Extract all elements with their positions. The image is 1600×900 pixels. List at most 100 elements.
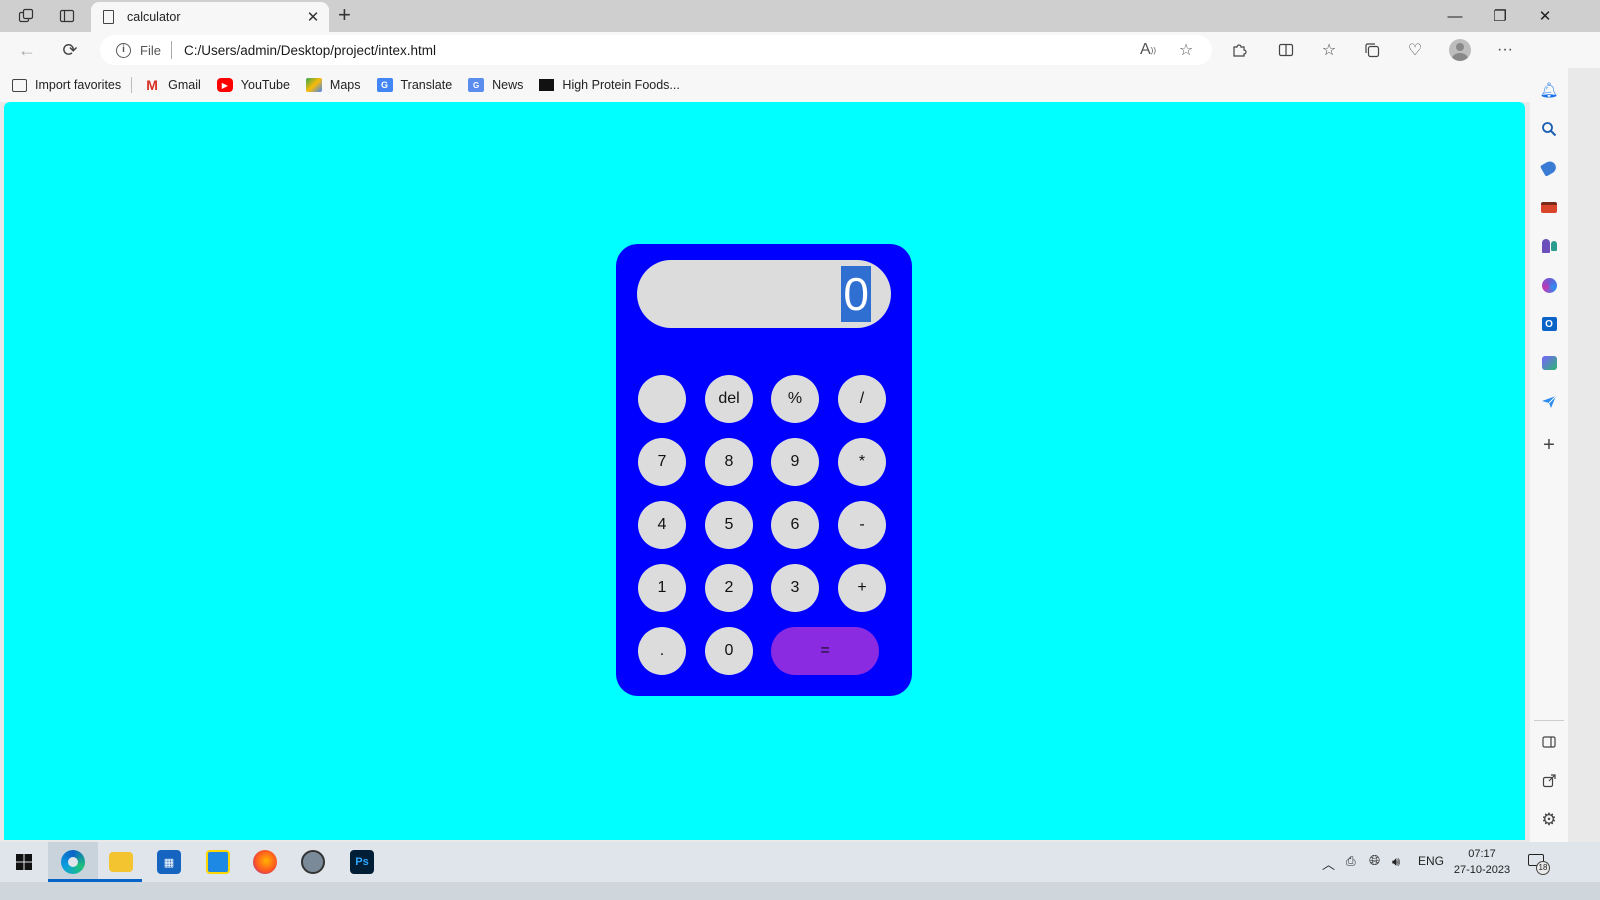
windows-start-icon[interactable]	[12, 850, 36, 874]
taskbar: ▦ Ps ︿ ⎙ 🌐︎ 🔊︎ ENG 07:17 27-10-2023 18	[0, 842, 1600, 882]
restore-button[interactable]: ❐	[1477, 0, 1523, 32]
games-icon[interactable]	[1539, 236, 1559, 256]
key-9[interactable]: 9	[771, 438, 819, 486]
address-bar[interactable]: i File C:/Users/admin/Desktop/project/in…	[100, 35, 1212, 65]
close-window-button[interactable]: ✕	[1522, 0, 1568, 32]
key-multiply[interactable]: *	[838, 438, 886, 486]
collections-icon[interactable]	[1359, 39, 1385, 61]
avatar	[1449, 39, 1471, 61]
app-compass-icon[interactable]	[301, 850, 325, 874]
key-4[interactable]: 4	[638, 501, 686, 549]
language-indicator[interactable]: ENG	[1418, 854, 1444, 868]
notifications-bell-icon[interactable]: 🔔︎	[1539, 80, 1559, 100]
add-sidebar-app-icon[interactable]: +	[1539, 434, 1559, 456]
favorites-icon[interactable]: ☆	[1316, 39, 1342, 61]
workspaces-icon[interactable]	[16, 6, 36, 26]
import-icon	[12, 78, 27, 92]
edge-taskbar-icon[interactable]	[61, 850, 85, 874]
key-6[interactable]: 6	[771, 501, 819, 549]
favorite-label: Maps	[329, 78, 361, 92]
maps-icon	[305, 78, 322, 92]
edge-sidebar: 🔔︎ O + ⚙	[1530, 68, 1568, 842]
key-3[interactable]: 3	[771, 564, 819, 612]
network-globe-icon[interactable]: 🌐︎	[1369, 852, 1380, 869]
key-divide[interactable]: /	[838, 375, 886, 423]
key-8[interactable]: 8	[705, 438, 753, 486]
tab-title: calculator	[127, 10, 181, 24]
more-menu-icon[interactable]: ···	[1492, 39, 1518, 61]
file-explorer-icon[interactable]	[109, 852, 133, 872]
sticky-notes-icon[interactable]	[206, 850, 230, 874]
key-0[interactable]: 0	[705, 627, 753, 675]
key-1[interactable]: 1	[638, 564, 686, 612]
calculator-display[interactable]: 0	[637, 260, 891, 328]
key-5[interactable]: 5	[705, 501, 753, 549]
favorite-label: Import favorites	[35, 78, 122, 92]
key-equals[interactable]: =	[771, 627, 879, 675]
refresh-icon[interactable]: ⟳	[58, 39, 82, 61]
site-info-icon[interactable]: i	[116, 42, 131, 58]
search-icon[interactable]	[1539, 119, 1559, 139]
favorites-bar: Import favorites M Gmail ▶ YouTube Maps …	[0, 68, 1568, 102]
minimize-button[interactable]: —	[1432, 0, 1478, 32]
new-tab-button[interactable]: +	[338, 4, 351, 26]
camera-icon[interactable]: ⎙	[1346, 854, 1356, 869]
bookmark-site-icon	[539, 79, 555, 91]
favorite-maps[interactable]: Maps	[305, 78, 361, 92]
gmail-icon: M	[146, 77, 158, 93]
back-icon[interactable]: ←	[15, 39, 39, 61]
profile-avatar-icon[interactable]	[1447, 39, 1473, 61]
clock[interactable]: 07:17 27-10-2023	[1452, 846, 1512, 878]
read-aloud-glyph: A	[1140, 41, 1151, 58]
key-2[interactable]: 2	[705, 564, 753, 612]
address-separator	[170, 41, 172, 59]
favorite-translate[interactable]: G Translate	[376, 78, 452, 92]
display-value: 0	[841, 266, 871, 322]
key-add[interactable]: +	[838, 564, 886, 612]
designer-icon[interactable]	[1539, 353, 1559, 373]
key-del[interactable]: del	[705, 375, 753, 423]
microsoft-365-icon[interactable]	[1539, 275, 1559, 295]
favorite-label: High Protein Foods...	[562, 78, 680, 92]
favorite-news[interactable]: G News	[468, 78, 523, 92]
vertical-tabs-icon[interactable]	[57, 6, 77, 26]
youtube-icon: ▶	[216, 78, 233, 92]
key-clear-blank[interactable]	[638, 375, 686, 423]
sidebar-separator	[1534, 720, 1564, 721]
key-subtract[interactable]: -	[838, 501, 886, 549]
sidebar-settings-gear-icon[interactable]: ⚙	[1539, 810, 1559, 830]
favorite-high-protein-foods[interactable]: High Protein Foods...	[539, 78, 680, 92]
favorite-gmail[interactable]: M Gmail	[144, 77, 201, 93]
favorite-youtube[interactable]: ▶ YouTube	[216, 78, 290, 92]
page-icon	[103, 10, 114, 24]
close-tab-icon[interactable]: ✕	[303, 8, 323, 26]
key-decimal[interactable]: .	[638, 627, 686, 675]
key-7[interactable]: 7	[638, 438, 686, 486]
outlook-icon[interactable]: O	[1539, 314, 1559, 334]
show-hidden-icons-chevron-icon[interactable]: ︿	[1322, 854, 1335, 873]
firefox-icon[interactable]	[253, 850, 277, 874]
tab-calculator[interactable]: calculator ✕	[91, 2, 329, 32]
calculator: 0 del % / 7 8 9 * 4 5 6 - 1 2 3 + . 0 =	[616, 244, 912, 696]
key-percent[interactable]: %	[771, 375, 819, 423]
favorite-label: Gmail	[168, 78, 201, 92]
photoshop-icon[interactable]: Ps	[350, 850, 374, 874]
hide-sidebar-icon[interactable]	[1539, 732, 1559, 752]
browser-essentials-icon[interactable]: ♡	[1402, 39, 1428, 61]
favorite-star-icon[interactable]: ☆	[1174, 39, 1198, 61]
shopping-tag-icon[interactable]	[1539, 158, 1559, 178]
tools-briefcase-icon[interactable]	[1539, 197, 1559, 217]
title-bar: calculator ✕ + — ❐ ✕	[0, 0, 1600, 32]
url-text[interactable]: C:/Users/admin/Desktop/project/intex.htm…	[184, 43, 1136, 58]
open-external-icon[interactable]	[1539, 771, 1559, 791]
page-viewport: 0 del % / 7 8 9 * 4 5 6 - 1 2 3 + . 0 =	[4, 102, 1525, 840]
microsoft-store-icon[interactable]: ▦	[157, 850, 181, 874]
favorite-import[interactable]: Import favorites	[12, 78, 121, 92]
split-screen-icon[interactable]	[1273, 39, 1299, 61]
send-icon[interactable]	[1539, 392, 1559, 412]
navigation-bar: ← ⟳ i File C:/Users/admin/Desktop/projec…	[0, 32, 1600, 92]
extensions-icon[interactable]	[1226, 39, 1252, 61]
notification-center-icon[interactable]: 18	[1526, 850, 1552, 875]
volume-icon[interactable]: 🔊︎	[1392, 854, 1400, 870]
read-aloud-icon[interactable]: A))	[1136, 39, 1160, 61]
